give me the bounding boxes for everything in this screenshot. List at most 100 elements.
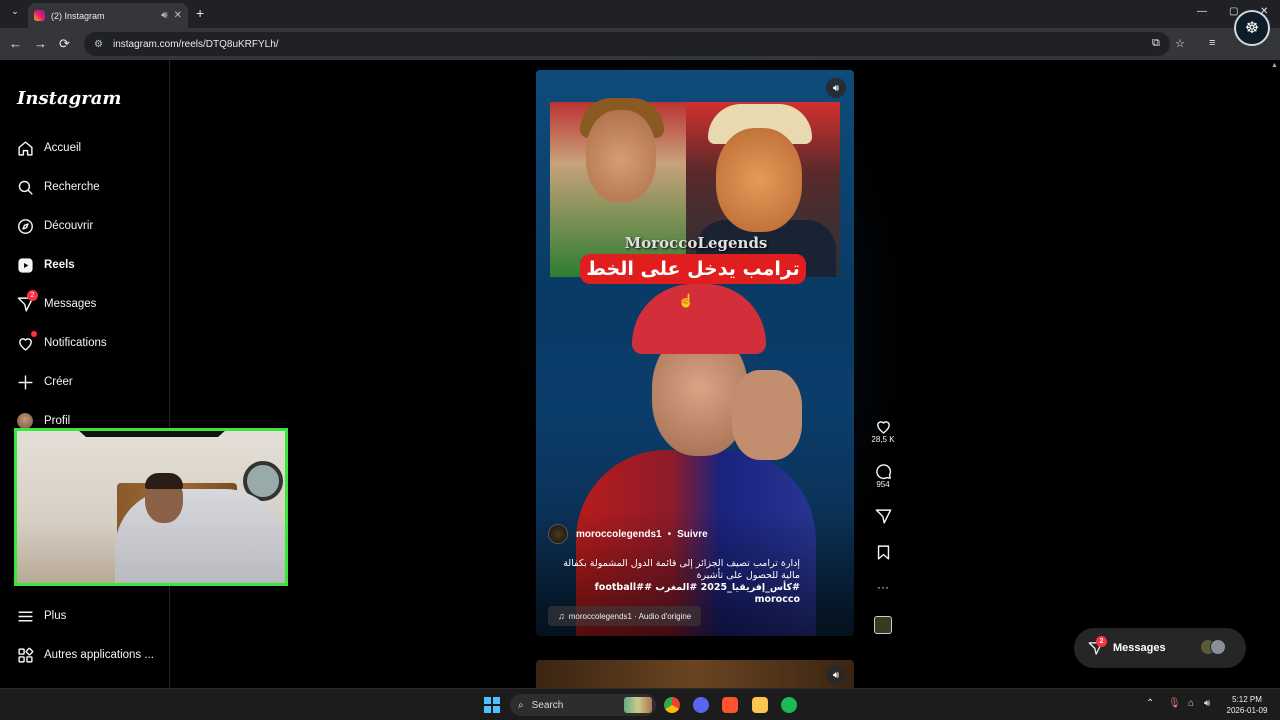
compass-icon [16, 217, 34, 235]
video-overlay-title: ترامب يدخل على الخط [580, 254, 806, 284]
back-button[interactable]: ← [9, 36, 22, 51]
plus-icon [16, 373, 34, 391]
tab-search-chevron-icon[interactable]: ⌄ [8, 6, 22, 20]
speaker-icon[interactable]: 🔊︎ [161, 10, 167, 21]
sidebar-item-label: Créer [44, 376, 73, 388]
network-icon[interactable]: ⌂ [1188, 698, 1194, 709]
install-app-icon[interactable]: ⧉ [1152, 37, 1160, 50]
share-button[interactable] [866, 508, 900, 525]
tab-strip: ⌄ (2) Instagram 🔊︎ ✕ + — ▢ ✕ [0, 0, 1280, 28]
speaker-cap [632, 284, 766, 354]
audio-attribution[interactable]: ♫ moroccolegends1 · Audio d'origine [548, 606, 702, 626]
sidebar-item-label: Recherche [44, 181, 100, 193]
sidebar-item-label: Notifications [44, 337, 107, 349]
audio-thumbnail[interactable] [874, 616, 892, 634]
sidebar-item-notifications[interactable]: Notifications [0, 325, 170, 361]
search-icon: ⌕ [518, 699, 524, 711]
new-tab-button[interactable]: + [196, 5, 204, 21]
taskbar-search-label: Search [531, 699, 564, 711]
clock-date: 2026-01-09 [1226, 706, 1268, 715]
webcam-person [115, 489, 285, 583]
like-count: 28,5 K [871, 435, 895, 444]
webcam-overlay [14, 428, 288, 586]
webcam-hair [145, 473, 183, 489]
video-watermark: MoroccoLegends [624, 234, 768, 252]
taskbar-search[interactable]: ⌕ Search [510, 694, 656, 716]
author-avatar[interactable] [548, 524, 568, 544]
apps-icon [16, 646, 34, 664]
address-row: ← → ⟳ ⚙ instagram.com/reels/DTQ8uKRFYLh/… [0, 28, 1280, 60]
avatar [17, 413, 33, 429]
sidebar-item-label: Plus [44, 610, 67, 622]
tab-title: (2) Instagram [51, 10, 105, 21]
next-reel-preview[interactable]: 🔊︎ [536, 660, 854, 688]
sidebar-item-plus[interactable]: Plus [0, 598, 170, 634]
like-button[interactable]: 28,5 K [866, 418, 900, 444]
reel-video[interactable]: MoroccoLegends ترامب يدخل على الخط 🔊︎ mo… [536, 70, 854, 636]
comment-count: 954 [876, 480, 890, 489]
audio-label: moroccolegends1 · Audio d'origine [568, 611, 692, 621]
microphone-icon[interactable]: 🎙︎ [1168, 698, 1181, 709]
instagram-logo[interactable]: Instagram [17, 88, 121, 109]
file-explorer-icon[interactable] [752, 697, 768, 713]
comment-button[interactable]: 954 [866, 463, 900, 489]
site-info-icon[interactable]: ⚙ [94, 39, 103, 50]
instagram-favicon-icon [34, 10, 45, 21]
search-icon [16, 178, 34, 196]
messages-badge: 2 [1096, 636, 1107, 647]
spotify-icon[interactable] [781, 697, 797, 713]
brave-icon[interactable] [722, 697, 738, 713]
sidebar-item-accueil[interactable]: Accueil [0, 130, 170, 166]
messages-label: Messages [1113, 642, 1166, 654]
discord-icon[interactable] [693, 697, 709, 713]
minimize-button[interactable]: — [1197, 6, 1207, 17]
sidebar-item-other-apps[interactable]: Autres applications ... [0, 637, 170, 673]
author-separator: • [667, 528, 672, 540]
windows-taskbar: ⌕ Search ⌃ 🎙︎ ⌂ 🔊︎ 5:12 PM 2026-01-09 [0, 688, 1280, 720]
reel-caption[interactable]: إدارة ترامب تصيف الجزائر إلى قائمة الدول… [556, 558, 800, 606]
music-note-icon: ♫ [558, 611, 565, 621]
sidebar-item-messages[interactable]: 2 Messages [0, 286, 170, 322]
messages-avatars [1200, 639, 1228, 657]
forward-button[interactable]: → [34, 36, 47, 51]
sidebar-item-label: Reels [44, 259, 75, 271]
volume-tray-icon[interactable]: 🔊︎ [1204, 698, 1210, 709]
menu-icon [16, 607, 34, 625]
tray-chevron-icon[interactable]: ⌃ [1146, 698, 1154, 709]
save-button[interactable] [866, 544, 900, 561]
bookmark-star-icon[interactable]: ☆ [1175, 37, 1185, 50]
sidebar-item-recherche[interactable]: Recherche [0, 169, 170, 205]
notification-dot [31, 331, 37, 337]
avatar [1210, 639, 1226, 655]
mouse-cursor-icon: ☝ [678, 293, 695, 308]
home-icon [16, 139, 34, 157]
sidebar-item-creer[interactable]: Créer [0, 364, 170, 400]
more-options-icon[interactable]: ··· [866, 580, 900, 594]
windows-start-icon[interactable] [484, 697, 500, 713]
browser-chrome: ⌄ (2) Instagram 🔊︎ ✕ + — ▢ ✕ ← → ⟳ ⚙ ins… [0, 0, 1280, 60]
volume-icon[interactable]: 🔊︎ [826, 78, 846, 98]
author-name[interactable]: moroccolegends1 [576, 529, 662, 540]
browser-tab-instagram[interactable]: (2) Instagram 🔊︎ ✕ [28, 3, 188, 28]
heart-icon [16, 334, 34, 352]
reload-button[interactable]: ⟳ [59, 36, 70, 52]
sidebar-item-reels[interactable]: Reels [0, 247, 170, 283]
address-bar[interactable]: ⚙ instagram.com/reels/DTQ8uKRFYLh/ [84, 32, 1170, 56]
speaker-hand [732, 370, 802, 460]
system-clock[interactable]: 5:12 PM 2026-01-09 [1222, 694, 1272, 716]
sidebar: Instagram Accueil Recherche Découvrir Re… [0, 60, 170, 688]
media-controls-icon[interactable]: ≡ [1209, 37, 1215, 49]
sidebar-item-decouvrir[interactable]: Découvrir [0, 208, 170, 244]
profile-emblem-icon[interactable]: ☸ [1234, 10, 1270, 46]
clock-time: 5:12 PM [1232, 695, 1262, 704]
sidebar-item-label: Découvrir [44, 220, 94, 232]
follow-button[interactable]: Suivre [677, 529, 708, 540]
messages-floating-button[interactable]: 2 Messages [1074, 628, 1246, 668]
maximize-button[interactable]: ▢ [1229, 6, 1238, 17]
volume-icon[interactable]: 🔊︎ [826, 665, 846, 685]
page-scrollbar[interactable]: ▲ [1270, 60, 1280, 688]
scroll-up-icon[interactable]: ▲ [1271, 62, 1278, 69]
heart-icon [876, 421, 890, 434]
chrome-icon[interactable] [664, 697, 680, 713]
tab-close-icon[interactable]: ✕ [174, 10, 182, 21]
